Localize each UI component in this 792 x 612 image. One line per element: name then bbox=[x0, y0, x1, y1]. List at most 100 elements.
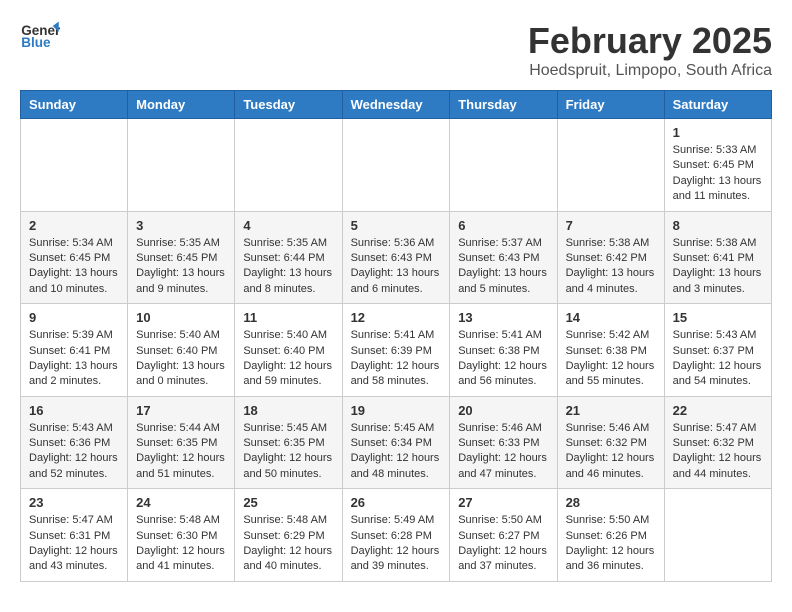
weekday-header-row: SundayMondayTuesdayWednesdayThursdayFrid… bbox=[21, 91, 772, 119]
logo: General Blue bbox=[20, 20, 60, 50]
calendar-cell: 22Sunrise: 5:47 AM Sunset: 6:32 PM Dayli… bbox=[664, 396, 771, 489]
calendar-cell bbox=[21, 119, 128, 212]
svg-text:Blue: Blue bbox=[21, 35, 51, 50]
day-info: Sunrise: 5:40 AM Sunset: 6:40 PM Dayligh… bbox=[136, 328, 226, 390]
day-info: Sunrise: 5:45 AM Sunset: 6:34 PM Dayligh… bbox=[351, 421, 442, 483]
calendar-cell: 11 Sunrise: 5:40 AM Sunset: 6:40 PM Dayli… bbox=[235, 304, 342, 397]
weekday-header-saturday: Saturday bbox=[664, 91, 771, 119]
calendar-cell: 8 Sunrise: 5:38 AM Sunset: 6:41 PM Daylig… bbox=[664, 211, 771, 304]
day-number: 1 bbox=[673, 125, 763, 140]
calendar-cell: 12 Sunrise: 5:41 AM Sunset: 6:39 PM Dayli… bbox=[342, 304, 450, 397]
day-info: Sunrise: 5:43 AM Sunset: 6:36 PM Dayligh… bbox=[29, 421, 119, 483]
weekday-header-wednesday: Wednesday bbox=[342, 91, 450, 119]
location-title: Hoedspruit, Limpopo, South Africa bbox=[528, 62, 772, 80]
calendar-cell: 9 Sunrise: 5:39 AM Sunset: 6:41 PM Daylig… bbox=[21, 304, 128, 397]
day-info: Sunrise: 5:39 AM Sunset: 6:41 PM Dayligh… bbox=[29, 328, 119, 390]
day-number: 20 bbox=[458, 403, 548, 418]
day-info: Sunrise: 5:45 AM Sunset: 6:35 PM Dayligh… bbox=[243, 421, 333, 483]
day-info: Sunrise: 5:46 AM Sunset: 6:33 PM Dayligh… bbox=[458, 421, 548, 483]
calendar-cell: 24 Sunrise: 5:48 AM Sunset: 6:30 PM Dayli… bbox=[128, 489, 235, 582]
day-number: 3 bbox=[136, 218, 226, 233]
day-number: 17 bbox=[136, 403, 226, 418]
day-number: 15 bbox=[673, 310, 763, 325]
calendar-cell bbox=[557, 119, 664, 212]
day-info: Sunrise: 5:46 AM Sunset: 6:32 PM Dayligh… bbox=[566, 421, 656, 483]
calendar-cell: 20 Sunrise: 5:46 AM Sunset: 6:33 PM Dayli… bbox=[450, 396, 557, 489]
day-info: Sunrise: 5:40 AM Sunset: 6:40 PM Dayligh… bbox=[243, 328, 333, 390]
page-header: General Blue February 2025 Hoedspruit, L… bbox=[20, 20, 772, 80]
day-number: 14 bbox=[566, 310, 656, 325]
day-number: 8 bbox=[673, 218, 763, 233]
calendar-cell: 25 Sunrise: 5:48 AM Sunset: 6:29 PM Dayli… bbox=[235, 489, 342, 582]
day-info: Sunrise: 5:38 AM Sunset: 6:42 PM Dayligh… bbox=[566, 236, 656, 298]
calendar-cell: 28Sunrise: 5:50 AM Sunset: 6:26 PM Dayli… bbox=[557, 489, 664, 582]
calendar-cell: 26Sunrise: 5:49 AM Sunset: 6:28 PM Dayli… bbox=[342, 489, 450, 582]
calendar-cell bbox=[664, 489, 771, 582]
calendar-cell: 19 Sunrise: 5:45 AM Sunset: 6:34 PM Dayli… bbox=[342, 396, 450, 489]
calendar-cell: 10Sunrise: 5:40 AM Sunset: 6:40 PM Dayli… bbox=[128, 304, 235, 397]
weekday-header-tuesday: Tuesday bbox=[235, 91, 342, 119]
weekday-header-thursday: Thursday bbox=[450, 91, 557, 119]
day-info: Sunrise: 5:35 AM Sunset: 6:45 PM Dayligh… bbox=[136, 236, 226, 298]
day-number: 25 bbox=[243, 495, 333, 510]
week-row-1: 1 Sunrise: 5:33 AM Sunset: 6:45 PM Daylig… bbox=[21, 119, 772, 212]
day-info: Sunrise: 5:35 AM Sunset: 6:44 PM Dayligh… bbox=[243, 236, 333, 298]
day-number: 4 bbox=[243, 218, 333, 233]
title-section: February 2025 Hoedspruit, Limpopo, South… bbox=[528, 20, 772, 80]
day-number: 27 bbox=[458, 495, 548, 510]
day-info: Sunrise: 5:33 AM Sunset: 6:45 PM Dayligh… bbox=[673, 143, 763, 205]
day-number: 12 bbox=[351, 310, 442, 325]
day-number: 6 bbox=[458, 218, 548, 233]
day-info: Sunrise: 5:37 AM Sunset: 6:43 PM Dayligh… bbox=[458, 236, 548, 298]
calendar-cell: 15 Sunrise: 5:43 AM Sunset: 6:37 PM Dayli… bbox=[664, 304, 771, 397]
day-info: Sunrise: 5:48 AM Sunset: 6:30 PM Dayligh… bbox=[136, 513, 226, 575]
day-number: 2 bbox=[29, 218, 119, 233]
day-info: Sunrise: 5:48 AM Sunset: 6:29 PM Dayligh… bbox=[243, 513, 333, 575]
day-number: 11 bbox=[243, 310, 333, 325]
day-number: 23 bbox=[29, 495, 119, 510]
day-number: 9 bbox=[29, 310, 119, 325]
day-number: 18 bbox=[243, 403, 333, 418]
calendar-cell bbox=[450, 119, 557, 212]
calendar-cell: 17 Sunrise: 5:44 AM Sunset: 6:35 PM Dayli… bbox=[128, 396, 235, 489]
calendar-cell: 2 Sunrise: 5:34 AM Sunset: 6:45 PM Daylig… bbox=[21, 211, 128, 304]
weekday-header-sunday: Sunday bbox=[21, 91, 128, 119]
day-info: Sunrise: 5:47 AM Sunset: 6:31 PM Dayligh… bbox=[29, 513, 119, 575]
weekday-header-monday: Monday bbox=[128, 91, 235, 119]
calendar-cell: 7 Sunrise: 5:38 AM Sunset: 6:42 PM Daylig… bbox=[557, 211, 664, 304]
day-number: 26 bbox=[351, 495, 442, 510]
week-row-2: 2 Sunrise: 5:34 AM Sunset: 6:45 PM Daylig… bbox=[21, 211, 772, 304]
calendar-cell bbox=[342, 119, 450, 212]
day-info: Sunrise: 5:41 AM Sunset: 6:39 PM Dayligh… bbox=[351, 328, 442, 390]
calendar-cell: 21 Sunrise: 5:46 AM Sunset: 6:32 PM Dayli… bbox=[557, 396, 664, 489]
calendar-cell: 4 Sunrise: 5:35 AM Sunset: 6:44 PM Daylig… bbox=[235, 211, 342, 304]
week-row-4: 16 Sunrise: 5:43 AM Sunset: 6:36 PM Dayli… bbox=[21, 396, 772, 489]
day-info: Sunrise: 5:44 AM Sunset: 6:35 PM Dayligh… bbox=[136, 421, 226, 483]
calendar-cell: 1 Sunrise: 5:33 AM Sunset: 6:45 PM Daylig… bbox=[664, 119, 771, 212]
week-row-5: 23 Sunrise: 5:47 AM Sunset: 6:31 PM Dayli… bbox=[21, 489, 772, 582]
calendar-cell: 6 Sunrise: 5:37 AM Sunset: 6:43 PM Daylig… bbox=[450, 211, 557, 304]
calendar-cell: 5Sunrise: 5:36 AM Sunset: 6:43 PM Daylig… bbox=[342, 211, 450, 304]
calendar-cell: 13 Sunrise: 5:41 AM Sunset: 6:38 PM Dayli… bbox=[450, 304, 557, 397]
month-title: February 2025 bbox=[528, 20, 772, 62]
day-number: 19 bbox=[351, 403, 442, 418]
calendar-cell: 23 Sunrise: 5:47 AM Sunset: 6:31 PM Dayli… bbox=[21, 489, 128, 582]
day-number: 21 bbox=[566, 403, 656, 418]
calendar-cell: 14 Sunrise: 5:42 AM Sunset: 6:38 PM Dayli… bbox=[557, 304, 664, 397]
day-info: Sunrise: 5:38 AM Sunset: 6:41 PM Dayligh… bbox=[673, 236, 763, 298]
day-info: Sunrise: 5:42 AM Sunset: 6:38 PM Dayligh… bbox=[566, 328, 656, 390]
calendar-cell: 18 Sunrise: 5:45 AM Sunset: 6:35 PM Dayli… bbox=[235, 396, 342, 489]
calendar-cell: 3 Sunrise: 5:35 AM Sunset: 6:45 PM Daylig… bbox=[128, 211, 235, 304]
day-number: 16 bbox=[29, 403, 119, 418]
calendar-cell bbox=[235, 119, 342, 212]
day-info: Sunrise: 5:41 AM Sunset: 6:38 PM Dayligh… bbox=[458, 328, 548, 390]
logo-icon: General Blue bbox=[20, 20, 60, 50]
calendar-cell bbox=[128, 119, 235, 212]
day-number: 24 bbox=[136, 495, 226, 510]
day-number: 7 bbox=[566, 218, 656, 233]
day-number: 5 bbox=[351, 218, 442, 233]
weekday-header-friday: Friday bbox=[557, 91, 664, 119]
day-info: Sunrise: 5:43 AM Sunset: 6:37 PM Dayligh… bbox=[673, 328, 763, 390]
day-number: 13 bbox=[458, 310, 548, 325]
day-info: Sunrise: 5:34 AM Sunset: 6:45 PM Dayligh… bbox=[29, 236, 119, 298]
